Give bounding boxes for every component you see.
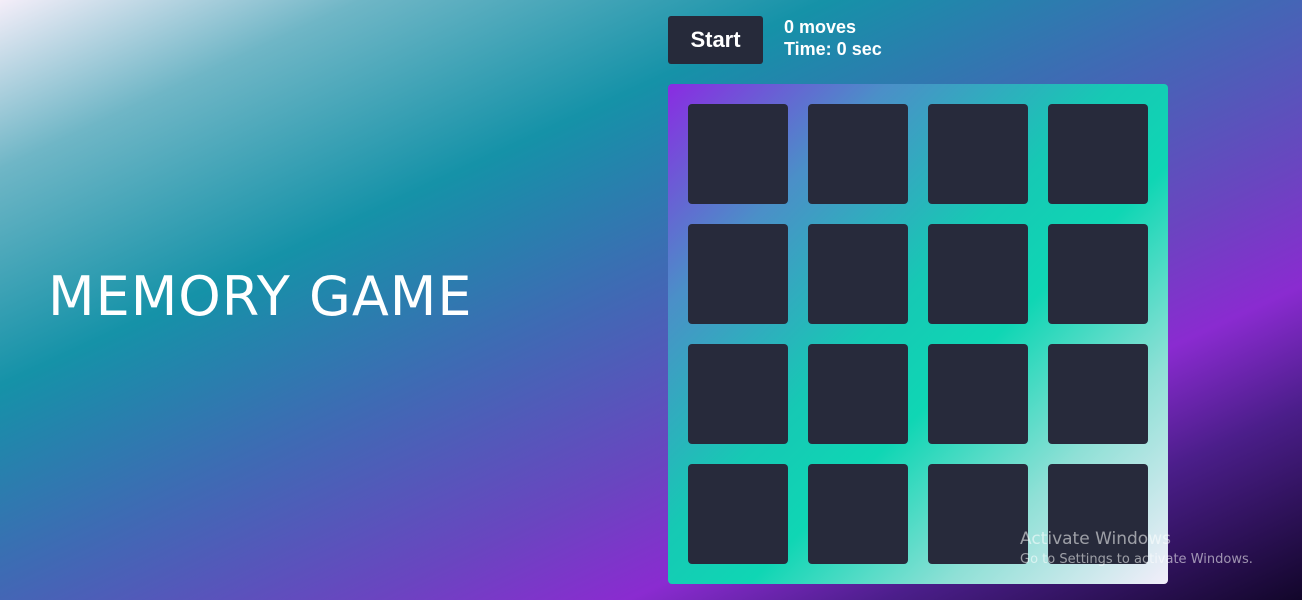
card[interactable] xyxy=(688,104,788,204)
card[interactable] xyxy=(1048,344,1148,444)
card[interactable] xyxy=(688,344,788,444)
card[interactable] xyxy=(808,224,908,324)
card[interactable] xyxy=(928,224,1028,324)
timer: Time: 0 sec xyxy=(784,39,882,59)
card[interactable] xyxy=(1048,104,1148,204)
card[interactable] xyxy=(688,224,788,324)
card[interactable] xyxy=(808,344,908,444)
card[interactable] xyxy=(928,104,1028,204)
card[interactable] xyxy=(928,344,1028,444)
card[interactable] xyxy=(688,464,788,564)
game-stats: 0 moves Time: 0 sec xyxy=(784,16,882,60)
game-title: MEMORY GAME xyxy=(48,265,473,328)
activation-watermark: Activate Windows Go to Settings to activ… xyxy=(1020,528,1253,570)
start-button[interactable]: Start xyxy=(668,16,763,64)
watermark-title: Activate Windows xyxy=(1020,529,1171,549)
moves-counter: 0 moves xyxy=(784,17,857,37)
card[interactable] xyxy=(928,464,1028,564)
card[interactable] xyxy=(1048,224,1148,324)
card[interactable] xyxy=(808,464,908,564)
game-board xyxy=(668,84,1168,584)
watermark-subtitle: Go to Settings to activate Windows. xyxy=(1020,552,1253,567)
card[interactable] xyxy=(808,104,908,204)
